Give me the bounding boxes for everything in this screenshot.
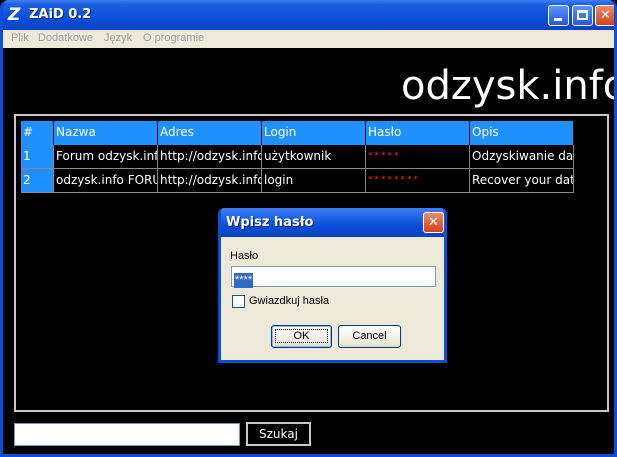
menu-dodatkowe[interactable]: Dodatkowe xyxy=(38,32,93,44)
col-header-opis[interactable]: Opis xyxy=(470,121,574,145)
dialog-title-bar[interactable]: Wpisz hasło ✕ xyxy=(221,208,444,237)
minimize-button[interactable] xyxy=(548,5,569,26)
app-window: Z ZAiD 0.2 ✕ Plik Dodatkowe Język O prog… xyxy=(0,0,617,457)
close-button[interactable]: ✕ xyxy=(595,5,614,26)
col-header-nazwa[interactable]: Nazwa xyxy=(54,121,158,145)
row-number: 1 xyxy=(21,145,54,169)
dialog-title: Wpisz hasło xyxy=(226,215,314,230)
menu-jezyk[interactable]: Język xyxy=(104,32,132,44)
cell-haslo: ***** xyxy=(366,145,470,169)
window-title: ZAiD 0.2 xyxy=(29,7,92,22)
cell-haslo: ******** xyxy=(366,169,470,193)
password-label: Hasło xyxy=(230,250,259,262)
close-icon: ✕ xyxy=(600,8,611,23)
col-header-haslo[interactable]: Hasło xyxy=(366,121,470,145)
menu-plik[interactable]: Plik xyxy=(11,32,29,44)
cell-opis: Odzyskiwanie danych xyxy=(470,145,574,169)
cell-login: użytkownik xyxy=(262,145,366,169)
password-dialog: Wpisz hasło ✕ Hasło **** Gwiazdkuj hasła… xyxy=(218,208,447,363)
cancel-button[interactable]: Cancel xyxy=(338,325,401,348)
menu-bar: Plik Dodatkowe Język O programie xyxy=(3,30,614,48)
cell-adres: http://odzysk.info xyxy=(158,169,262,193)
cell-nazwa: odzysk.info FORUM xyxy=(54,169,158,193)
cell-login: login xyxy=(262,169,366,193)
cell-nazwa: Forum odzysk.info xyxy=(54,145,158,169)
title-bar[interactable]: Z ZAiD 0.2 ✕ xyxy=(3,0,614,30)
dialog-close-button[interactable]: ✕ xyxy=(423,212,444,233)
cell-adres: http://odzysk.info xyxy=(158,145,262,169)
maximize-button[interactable] xyxy=(572,5,593,26)
ok-button[interactable]: OK xyxy=(271,325,332,348)
ok-button-label: OK xyxy=(274,329,329,343)
col-header-login[interactable]: Login xyxy=(262,121,366,145)
minimize-icon xyxy=(554,18,562,21)
row-number: 2 xyxy=(21,169,54,193)
maximize-icon xyxy=(577,10,588,20)
mask-password-label[interactable]: Gwiazdkuj hasła xyxy=(249,295,329,307)
mask-password-checkbox[interactable] xyxy=(232,295,245,308)
search-button[interactable]: Szukaj xyxy=(246,422,311,446)
search-input[interactable] xyxy=(14,423,240,446)
menu-o-programie[interactable]: O programie xyxy=(143,32,204,44)
col-header-adres[interactable]: Adres xyxy=(158,121,262,145)
cell-opis: Recover your data xyxy=(470,169,574,193)
banner-logo: odzysk.info xyxy=(401,63,617,109)
col-header-number[interactable]: # xyxy=(21,121,54,145)
password-input[interactable]: **** xyxy=(231,266,436,288)
app-logo-icon: Z xyxy=(8,5,21,25)
close-icon: ✕ xyxy=(428,215,439,230)
password-input-value: **** xyxy=(234,273,254,288)
